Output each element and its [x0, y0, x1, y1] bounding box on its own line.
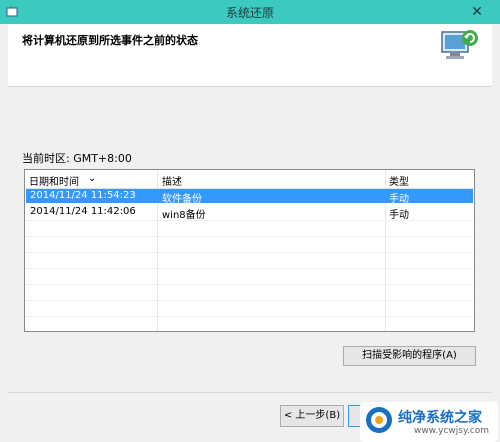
page-heading: 将计算机还原到所选事件之前的状态 [22, 34, 198, 47]
grid-line [26, 220, 473, 221]
grid-line [26, 268, 473, 269]
scan-affected-programs-button[interactable]: 扫描受影响的程序(A) [343, 346, 476, 366]
table-header: 日期和时间 ⌄ 描述 类型 [25, 170, 474, 189]
table-row-selected[interactable]: 2014/11/24 11:54:23 软件备份 手动 [26, 189, 473, 205]
cell-type: 手动 [389, 210, 409, 221]
grid-line [26, 236, 473, 237]
window-title: 系统还原 [225, 6, 274, 20]
table-row[interactable]: 2014/11/24 11:42:06 win8备份 手动 [26, 205, 473, 221]
watermark-name: 纯净系统之家 [398, 410, 482, 426]
site-watermark: 纯净系统之家 www.ycwjsy.com [360, 402, 498, 442]
restore-points-table[interactable]: 日期和时间 ⌄ 描述 类型 2014/11/24 11:54:23 软件备份 手… [24, 169, 475, 332]
grid-line [26, 316, 473, 317]
sort-indicator-icon: ⌄ [88, 173, 97, 184]
computer-restore-icon [441, 30, 478, 59]
watermark-url: www.ycwjsy.com [414, 426, 490, 436]
footer-divider [8, 392, 492, 393]
cell-datetime: 2014/11/24 11:54:23 [30, 190, 136, 201]
column-header-type[interactable]: 类型 [389, 173, 409, 188]
watermark-logo-icon [366, 407, 392, 433]
column-header-description[interactable]: 描述 [162, 173, 182, 188]
back-button[interactable]: < 上一步(B) [280, 405, 344, 427]
grid-line [26, 300, 473, 301]
title-bar[interactable]: 系统还原 ✕ [0, 0, 500, 24]
column-header-datetime[interactable]: 日期和时间 [29, 173, 79, 188]
cell-description: win8备份 [162, 210, 206, 221]
timezone-label: 当前时区: GMT+8:00 [22, 152, 132, 165]
close-button[interactable]: ✕ [462, 1, 492, 23]
grid-line [26, 284, 473, 285]
header-panel: 将计算机还原到所选事件之前的状态 [8, 24, 492, 87]
grid-line [26, 252, 473, 253]
cell-datetime: 2014/11/24 11:42:06 [30, 206, 136, 217]
cell-type: 手动 [389, 194, 409, 205]
system-restore-window: 系统还原 ✕ 将计算机还原到所选事件之前的状态 当前时区: GMT+8:00 日… [0, 0, 500, 442]
cell-description: 软件备份 [162, 194, 202, 205]
